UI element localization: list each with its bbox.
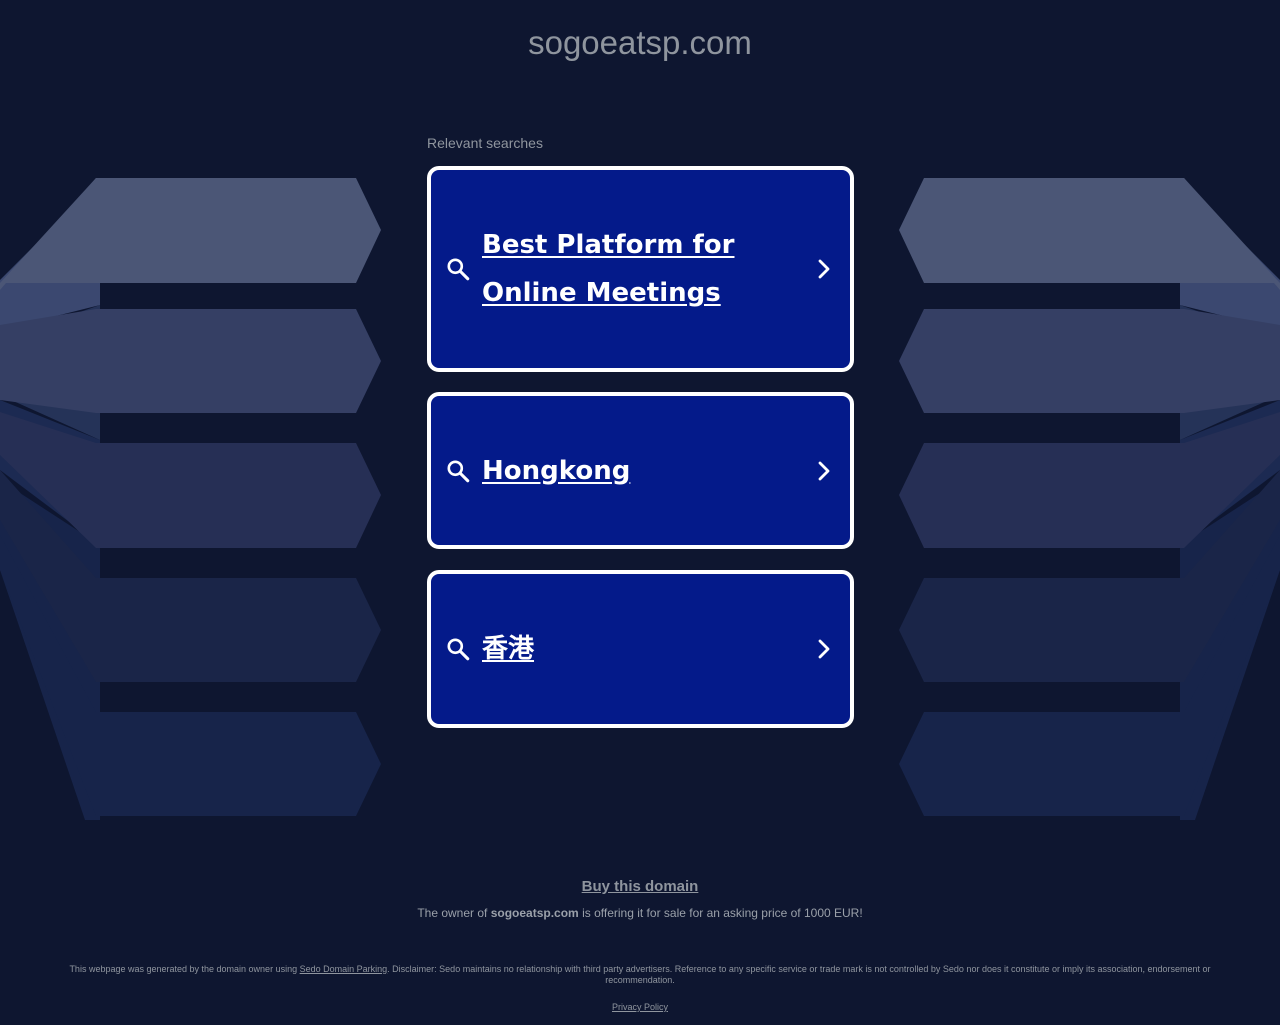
- bg-block-right: [1184, 178, 1280, 283]
- chevron-right-icon: [818, 461, 830, 480]
- search-result-link-2[interactable]: Hongkong: [427, 392, 854, 549]
- sale-domain: sogoeatsp.com: [490, 906, 579, 920]
- sale-suffix: is offering it for sale for an asking pr…: [582, 906, 863, 920]
- disclaimer-suffix: . Disclaimer: Sedo maintains no relation…: [387, 964, 1211, 985]
- search-result-link-1[interactable]: Best Platform for Online Meetings: [427, 166, 854, 372]
- search-icon: [447, 258, 470, 281]
- privacy-policy-link[interactable]: Privacy Policy: [612, 1002, 668, 1012]
- sedo-parking-link[interactable]: Sedo Domain Parking: [300, 964, 388, 974]
- disclaimer: This webpage was generated by the domain…: [60, 964, 1220, 986]
- search-result-label[interactable]: Hongkong: [482, 447, 794, 495]
- search-icon: [447, 638, 470, 661]
- sale-notice: The owner of sogoeatsp.com is offering i…: [0, 906, 1280, 920]
- chevron-right-icon: [818, 259, 830, 279]
- buy-domain-link[interactable]: Buy this domain: [582, 878, 699, 895]
- relevant-searches-label: Relevant searches: [427, 135, 543, 151]
- search-result-label[interactable]: 香港: [482, 625, 794, 673]
- search-icon: [447, 459, 470, 482]
- page: sogoeatsp.com Relevant searches Best Pla…: [0, 0, 1280, 1025]
- disclaimer-prefix: This webpage was generated by the domain…: [69, 964, 298, 974]
- bg-block-left: [0, 309, 381, 413]
- bg-block-right: [899, 309, 1280, 413]
- buy-domain-container: Buy this domain: [0, 878, 1280, 896]
- privacy-container: Privacy Policy: [0, 1002, 1280, 1012]
- sale-prefix: The owner of: [417, 906, 488, 920]
- search-result-label[interactable]: Best Platform for Online Meetings: [482, 221, 794, 317]
- bg-block-left: [0, 178, 96, 283]
- search-result-link-3[interactable]: 香港: [427, 570, 854, 728]
- chevron-right-icon: [818, 639, 830, 659]
- domain-title: sogoeatsp.com: [528, 24, 752, 61]
